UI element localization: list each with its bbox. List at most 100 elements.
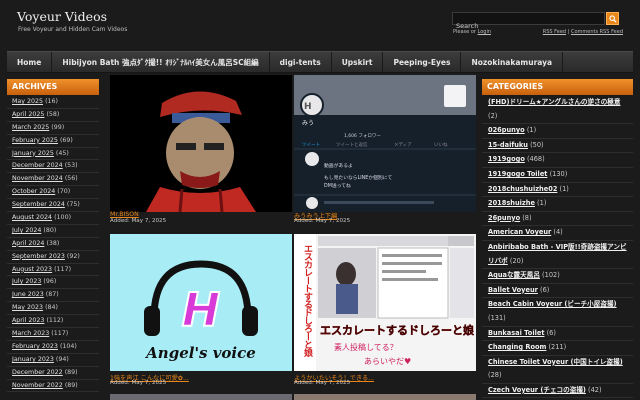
archive-item[interactable]: January 2023 (94) [7, 354, 99, 367]
category-item[interactable]: Chinese Toilet Voyeur (中国トイレ盗撮) (28) [482, 356, 633, 384]
nav-nozokinakamuraya[interactable]: Nozokinakamuraya [461, 52, 564, 72]
archive-link[interactable]: August 2024 [12, 214, 52, 221]
archive-item[interactable]: September 2023 (92) [7, 251, 99, 264]
nav-digi-tents[interactable]: digi-tents [270, 52, 332, 72]
archive-item[interactable]: April 2024 (38) [7, 238, 99, 251]
rss-feed-link[interactable]: RSS Feed [543, 29, 566, 35]
archive-link[interactable]: July 2024 [12, 227, 41, 234]
category-link[interactable]: 026punyo [488, 126, 525, 134]
category-item[interactable]: 15-daifuku (50) [482, 139, 633, 154]
archive-item[interactable]: January 2025 (45) [7, 148, 99, 161]
archive-link[interactable]: May 2023 [12, 304, 43, 311]
archive-link[interactable]: March 2025 [12, 124, 49, 131]
category-link[interactable]: 1919gogo Toilet [488, 170, 547, 178]
category-link[interactable]: Anbiribabo Bath - VIP版!!奇跡盗撮アンビリバボ [488, 243, 627, 265]
archive-link[interactable]: April 2023 [12, 317, 44, 324]
category-link[interactable]: 2018shuizhe [488, 199, 535, 207]
archive-link[interactable]: December 2022 [12, 369, 63, 376]
archive-item[interactable]: July 2023 (96) [7, 276, 99, 290]
archive-link[interactable]: March 2023 [12, 330, 49, 337]
archive-link[interactable]: November 2024 [12, 175, 63, 182]
category-link[interactable]: Aquaな露天風呂 [488, 271, 540, 279]
archive-item[interactable]: February 2023 (104) [7, 341, 99, 354]
nav-peeping-eyes[interactable]: Peeping-Eyes [383, 52, 462, 72]
category-item[interactable]: 2018chushuizhe02 (1) [482, 183, 633, 198]
archive-item[interactable]: May 2025 (16) [7, 96, 99, 109]
category-item[interactable]: Bunkasai Toilet (6) [482, 327, 633, 342]
comments-rss-link[interactable]: Comments RSS Feed [571, 29, 623, 35]
post-thumbnail-5[interactable] [110, 394, 292, 400]
archive-link[interactable]: June 2023 [12, 291, 44, 298]
post-title-1[interactable]: Mr.BISON [110, 211, 292, 218]
category-item[interactable]: 026punyo (1) [482, 124, 633, 139]
archive-link[interactable]: August 2023 [12, 266, 52, 273]
archive-item[interactable]: July 2024 (80) [7, 225, 99, 238]
category-item[interactable]: Aquaな露天風呂 (102) [482, 269, 633, 284]
archive-link[interactable]: April 2024 [12, 240, 44, 247]
nav-hibijyon-bath[interactable]: Hibijyon Bath 強点ﾀﾞｸ撮!! ｵﾘｼﾞﾅﾙﾊｲ美女ん風呂SC組編 [52, 52, 270, 72]
login-link[interactable]: Login [478, 29, 492, 35]
archive-item[interactable]: February 2025 (69) [7, 135, 99, 148]
archive-link[interactable]: July 2023 [12, 278, 41, 285]
post-thumbnail-3[interactable]: H Angel's voice [110, 234, 292, 371]
category-item[interactable]: American Voyeur (4) [482, 226, 633, 241]
archive-link[interactable]: January 2025 [12, 150, 54, 157]
category-item[interactable]: Ballet Voyeur (6) [482, 284, 633, 299]
category-link[interactable]: Ballet Voyeur [488, 286, 538, 294]
archive-item[interactable]: November 2024 (56) [7, 173, 99, 187]
archive-item[interactable]: December 2022 (89) [7, 367, 99, 380]
category-link[interactable]: Chinese Toilet Voyeur (中国トイレ盗撮) [488, 358, 623, 366]
archive-link[interactable]: January 2023 [12, 356, 54, 363]
archive-item[interactable]: March 2025 (99) [7, 122, 99, 135]
category-link[interactable]: (FHD)ドリーム★アングルさんの逆さの極意 [488, 98, 620, 106]
archive-item[interactable]: November 2022 (89) [7, 380, 99, 393]
archive-item[interactable]: May 2023 (84) [7, 302, 99, 316]
category-link[interactable]: Czech Voyeur (チェコの盗撮) [488, 386, 586, 394]
post-thumbnail-1[interactable] [110, 75, 292, 212]
archive-item[interactable]: March 2023 (117) [7, 328, 99, 341]
archive-link[interactable]: February 2025 [12, 137, 58, 144]
archive-item[interactable]: April 2025 (58) [7, 109, 99, 122]
post-thumbnail-4[interactable]: エスカレートするドしろーと娘 エスカレートするドしろーと娘 素人投稿してる？ あ… [294, 234, 476, 371]
archive-item[interactable]: August 2023 (117) [7, 264, 99, 277]
post-thumbnail-6[interactable] [294, 394, 476, 400]
register-link[interactable]: Please [453, 29, 469, 35]
archive-item[interactable]: June 2023 (87) [7, 289, 99, 303]
archive-item[interactable]: October 2024 (70) [7, 186, 99, 200]
category-link[interactable]: American Voyeur [488, 228, 551, 236]
archive-item[interactable]: August 2024 (100) [7, 212, 99, 225]
category-link[interactable]: Beach Cabin Voyeur (ビーチ小屋盗撮) [488, 300, 617, 308]
category-link[interactable]: 1919gogo [488, 155, 525, 163]
archive-link[interactable]: September 2023 [12, 253, 65, 260]
category-link[interactable]: 15-daifuku [488, 141, 528, 149]
category-item[interactable]: Changing Room (211) [482, 341, 633, 356]
site-title[interactable]: Voyeur Videos [17, 9, 107, 24]
archive-link[interactable]: May 2025 [12, 98, 43, 105]
category-item[interactable]: Beach Cabin Voyeur (ビーチ小屋盗撮) (131) [482, 298, 633, 327]
nav-home[interactable]: Home [7, 52, 53, 72]
category-link[interactable]: Changing Room [488, 343, 546, 351]
category-item[interactable]: 1919gogo (468) [482, 153, 633, 168]
category-item[interactable]: Anbiribabo Bath - VIP版!!奇跡盗撮アンビリバボ (20) [482, 241, 633, 270]
category-link[interactable]: Bunkasai Toilet [488, 329, 544, 337]
nav-upskirt[interactable]: Upskirt [332, 52, 384, 72]
category-item[interactable]: 1919gogo Toilet (130) [482, 168, 633, 183]
search-field[interactable] [452, 12, 605, 32]
category-item[interactable]: (FHD)ドリーム★アングルさんの逆さの極意 (2) [482, 96, 633, 125]
search-button[interactable] [606, 12, 619, 25]
archive-link[interactable]: September 2024 [12, 201, 65, 208]
category-link[interactable]: 2018chushuizhe02 [488, 185, 557, 193]
category-item[interactable]: 26punyo (8) [482, 212, 633, 227]
archive-item[interactable]: September 2024 (75) [7, 199, 99, 213]
archive-link[interactable]: February 2023 [12, 343, 58, 350]
category-item[interactable]: Czech Voyeur (チェコの盗撮) (42) [482, 384, 633, 399]
category-item[interactable]: 2018shuizhe (1) [482, 197, 633, 212]
archive-item[interactable]: April 2023 (112) [7, 315, 99, 329]
post-thumbnail-2[interactable]: H みう 1,606 フォロワー ツイート ツイートと返信 メディア いいね 動… [294, 75, 476, 212]
archive-link[interactable]: April 2025 [12, 111, 44, 118]
archive-link[interactable]: October 2024 [12, 188, 55, 195]
archive-link[interactable]: December 2024 [12, 162, 63, 169]
category-link[interactable]: 26punyo [488, 214, 520, 222]
archive-item[interactable]: December 2024 (53) [7, 160, 99, 174]
archive-link[interactable]: November 2022 [12, 382, 63, 389]
